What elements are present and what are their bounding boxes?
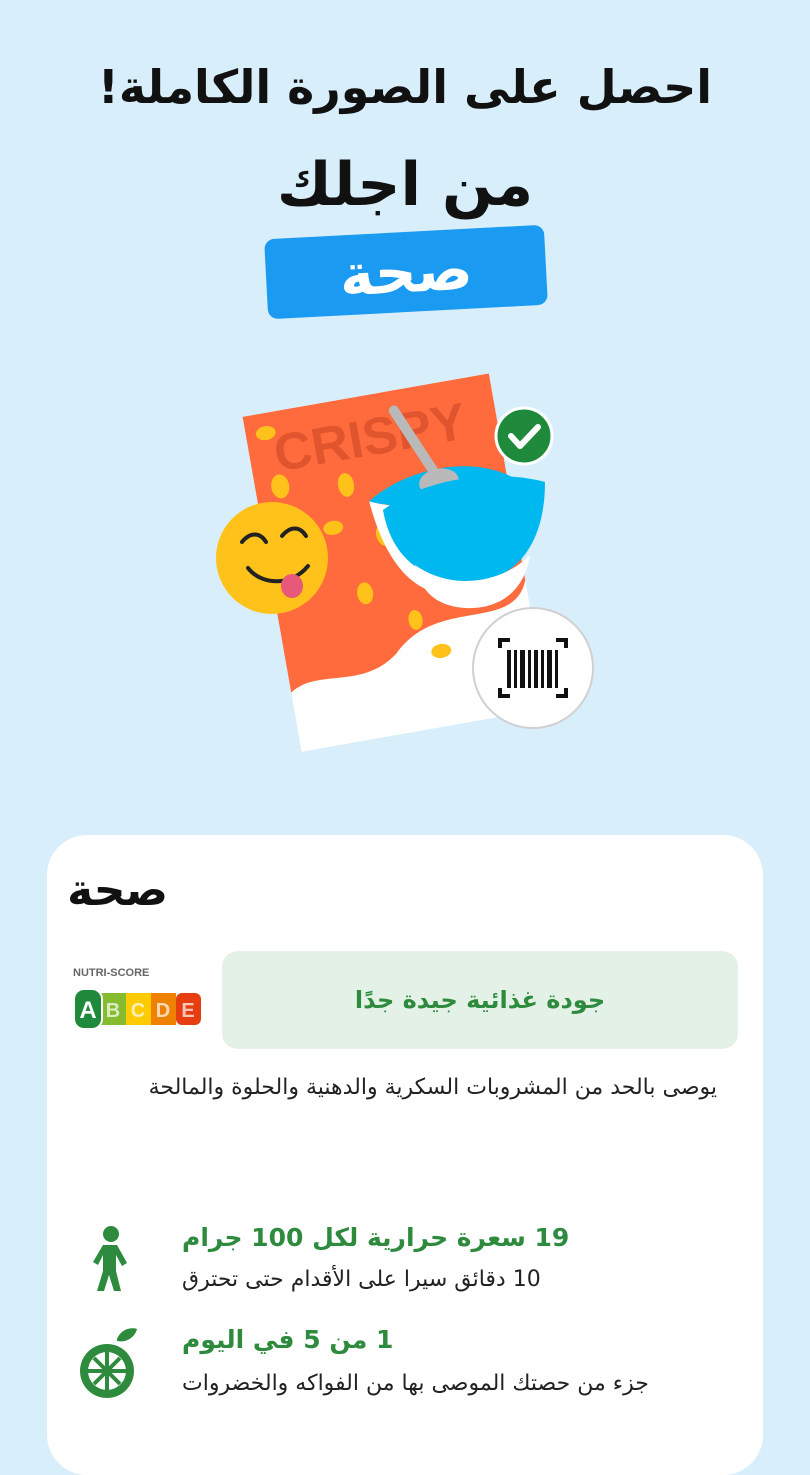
- nutrition-quality-text: جودة غذائية جيدة جدًا: [354, 986, 606, 1014]
- product-illustration: CRISPY: [216, 373, 594, 752]
- nutri-grade-d: D: [156, 1000, 170, 1022]
- check-icon: [494, 406, 554, 466]
- subheadline: من اجلك: [276, 150, 534, 220]
- smiling-emoji-icon: [216, 502, 328, 614]
- nutri-score-badge: NUTRI-SCORE A B C D E: [73, 967, 205, 1037]
- nutri-grade-c: C: [131, 1000, 145, 1022]
- health-tag-label: صحة: [337, 234, 475, 310]
- calories-desc: 10 دقائق سيرا على الأقدام حتى تحترق: [182, 1267, 541, 1292]
- headline: احصل على الصورة الكاملة!: [97, 60, 713, 114]
- nutri-grade-b: B: [106, 1000, 120, 1022]
- barcode-scan-icon: [472, 607, 594, 729]
- health-tag: صحة: [264, 224, 548, 320]
- fruit-title: 1 من 5 في اليوم: [182, 1325, 394, 1354]
- calories-title: 19 سعرة حرارية لكل 100 جرام: [182, 1223, 570, 1252]
- fruit-icon: [80, 1328, 137, 1398]
- nutrition-quality-label: جودة غذائية جيدة جدًا: [222, 951, 738, 1049]
- advice-text: يوصى بالحد من المشروبات السكرية والدهنية…: [148, 1075, 717, 1100]
- nutri-score-label: NUTRI-SCORE: [73, 967, 150, 979]
- nutri-grade-a: A: [79, 997, 96, 1024]
- fruit-desc: جزء من حصتك الموصى بها من الفواكه والخضر…: [182, 1371, 649, 1396]
- card-title: صحة: [67, 865, 168, 916]
- health-card: صحة NUTRI-SCORE A B C D E جودة غذائية جي…: [47, 835, 763, 1475]
- walking-person-icon: [93, 1226, 127, 1291]
- nutri-score-scale: A B C D E: [75, 989, 201, 1029]
- nutri-grade-e: E: [181, 1000, 194, 1022]
